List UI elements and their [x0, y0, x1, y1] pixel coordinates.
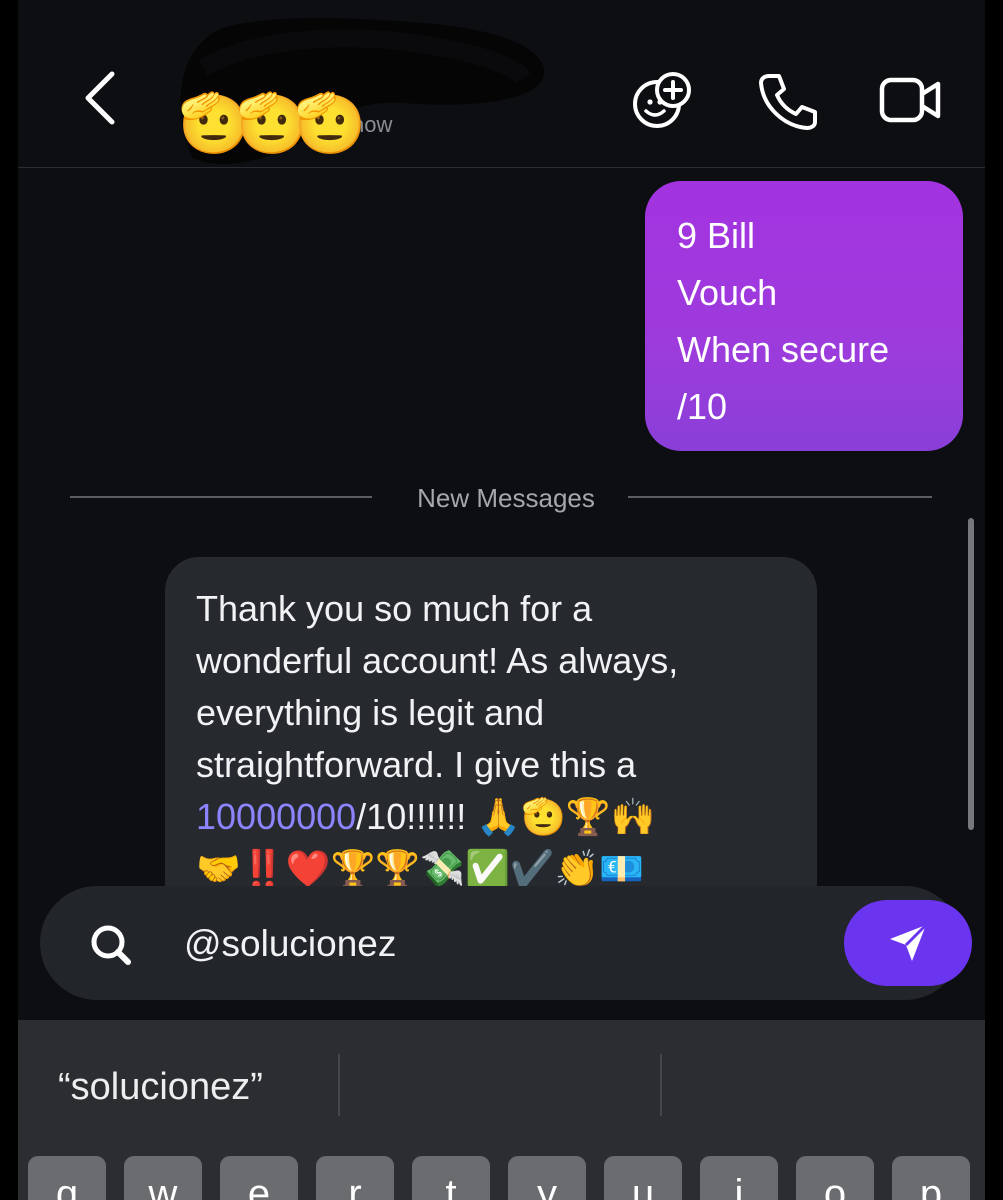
message-line: /10 — [677, 386, 728, 427]
chat-header: Active now 🫡🫡🫡 — [18, 0, 985, 168]
key-y[interactable]: y — [508, 1156, 586, 1200]
key-row: q w e r t y u i o p — [18, 1156, 985, 1200]
suggestion-divider — [660, 1054, 662, 1116]
back-button[interactable] — [80, 70, 120, 126]
divider-label: New Messages — [417, 483, 595, 513]
message-line: everything is legit and — [196, 692, 545, 733]
key-u[interactable]: u — [604, 1156, 682, 1200]
suggestion-item[interactable]: “solucionez” — [58, 1064, 263, 1110]
phone-icon — [759, 74, 817, 130]
outgoing-message-bubble[interactable]: 9 Bill Vouch When secure /10 — [645, 181, 963, 451]
effects-sticker-icon — [633, 72, 691, 128]
key-q[interactable]: q — [28, 1156, 106, 1200]
send-paper-plane-icon — [890, 923, 928, 961]
dm-screen: Active now 🫡🫡🫡 9 Bill Vouch When secure … — [18, 0, 985, 1200]
new-messages-divider: New Messages — [70, 480, 932, 516]
key-o[interactable]: o — [796, 1156, 874, 1200]
predictive-text-bar: “solucionez” — [18, 1020, 985, 1150]
emoji-group: 🙏🫡🏆🙌 — [476, 797, 656, 838]
rating-suffix: /10!!!!!! — [356, 796, 467, 837]
back-chevron-icon — [85, 71, 115, 125]
message-composer — [40, 886, 972, 1000]
message-line: Vouch — [677, 272, 778, 313]
video-camera-icon — [879, 77, 941, 123]
key-i[interactable]: i — [700, 1156, 778, 1200]
incoming-message-bubble[interactable]: Thank you so much for a wonderful accoun… — [165, 557, 817, 917]
audio-call-button[interactable] — [755, 70, 819, 130]
scrollbar[interactable] — [968, 518, 974, 830]
send-button[interactable] — [844, 900, 972, 986]
message-line: 9 Bill — [677, 215, 756, 256]
message-line: 10000000/10!!!!!! 🙏🫡🏆🙌 — [196, 791, 797, 844]
message-text: Thank you so much for a wonderful accoun… — [196, 583, 797, 896]
message-line: Thank you so much for a — [196, 588, 593, 629]
suggestion-divider — [338, 1054, 340, 1116]
divider-line — [70, 496, 372, 498]
message-line: When secure — [677, 329, 890, 370]
effects-button[interactable] — [631, 70, 695, 130]
contact-name[interactable]: 🫡🫡🫡 — [178, 88, 367, 158]
message-input[interactable] — [184, 922, 784, 966]
key-p[interactable]: p — [892, 1156, 970, 1200]
rating-number-link[interactable]: 10000000 — [196, 796, 356, 837]
key-t[interactable]: t — [412, 1156, 490, 1200]
search-icon — [91, 925, 131, 965]
divider-line — [628, 496, 932, 498]
video-call-button[interactable] — [878, 70, 942, 130]
keyboard: “solucionez” q w e r t y u i o p — [18, 1020, 985, 1200]
key-w[interactable]: w — [124, 1156, 202, 1200]
key-e[interactable]: e — [220, 1156, 298, 1200]
key-r[interactable]: r — [316, 1156, 394, 1200]
message-line: straightforward. I give this a — [196, 744, 637, 785]
message-line: wonderful account! As always, — [196, 640, 679, 681]
